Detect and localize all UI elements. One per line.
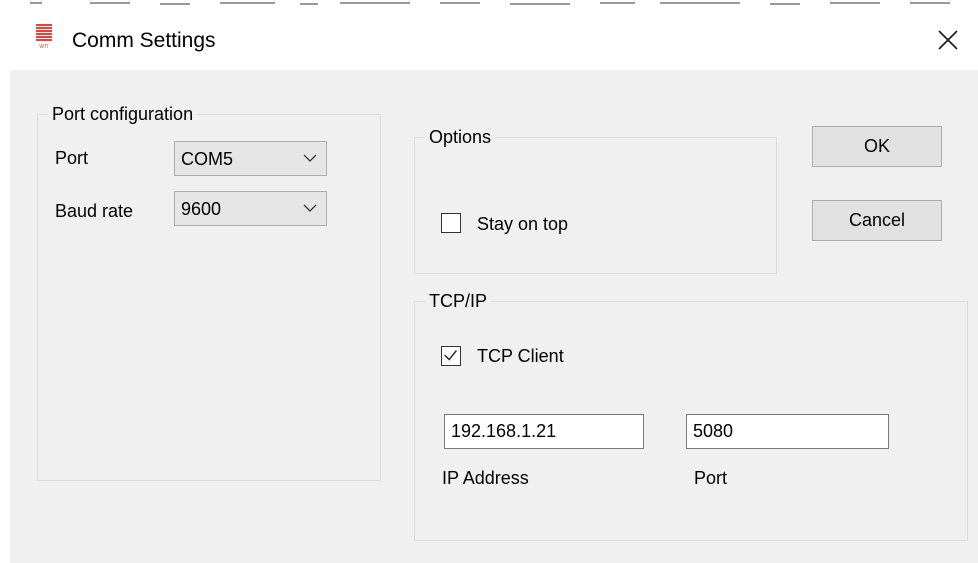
stay-on-top-label[interactable]: Stay on top bbox=[477, 213, 568, 235]
wti-app-icon: WTI bbox=[36, 24, 52, 50]
ip-address-input[interactable] bbox=[444, 414, 644, 449]
checkmark-icon bbox=[444, 350, 457, 361]
baud-rate-select-value: 9600 bbox=[181, 199, 222, 219]
port-input[interactable] bbox=[686, 414, 889, 449]
port-select[interactable]: COM5 bbox=[174, 141, 327, 176]
baud-rate-select[interactable]: 9600 bbox=[174, 191, 327, 226]
tcp-client-label[interactable]: TCP Client bbox=[477, 345, 564, 367]
dialog-body: Port configuration Port COM5 Baud rate 9… bbox=[10, 70, 978, 563]
background-window-edge bbox=[0, 0, 978, 14]
options-caption: Options bbox=[425, 126, 496, 148]
chevron-down-icon bbox=[303, 154, 317, 162]
port-configuration-caption: Port configuration bbox=[48, 103, 198, 125]
port-select-value: COM5 bbox=[181, 149, 234, 169]
tcp-client-checkbox[interactable] bbox=[441, 346, 461, 366]
window-title: Comm Settings bbox=[72, 29, 216, 52]
baud-rate-label: Baud rate bbox=[55, 201, 134, 221]
stay-on-top-checkbox[interactable] bbox=[441, 213, 461, 233]
options-group: Options bbox=[414, 126, 777, 274]
ok-button[interactable]: OK bbox=[812, 126, 942, 167]
comm-settings-dialog: WTI Comm Settings Port configuration Por… bbox=[0, 0, 978, 563]
tcp-port-label: Port bbox=[694, 468, 728, 488]
chevron-down-icon bbox=[303, 204, 317, 212]
title-bar: WTI Comm Settings bbox=[0, 0, 978, 70]
svg-text:WTI: WTI bbox=[39, 44, 48, 50]
cancel-button[interactable]: Cancel bbox=[812, 200, 942, 241]
close-icon[interactable] bbox=[930, 22, 966, 58]
tcpip-caption: TCP/IP bbox=[425, 290, 492, 312]
ip-address-label: IP Address bbox=[442, 468, 529, 488]
port-label: Port bbox=[55, 148, 89, 168]
